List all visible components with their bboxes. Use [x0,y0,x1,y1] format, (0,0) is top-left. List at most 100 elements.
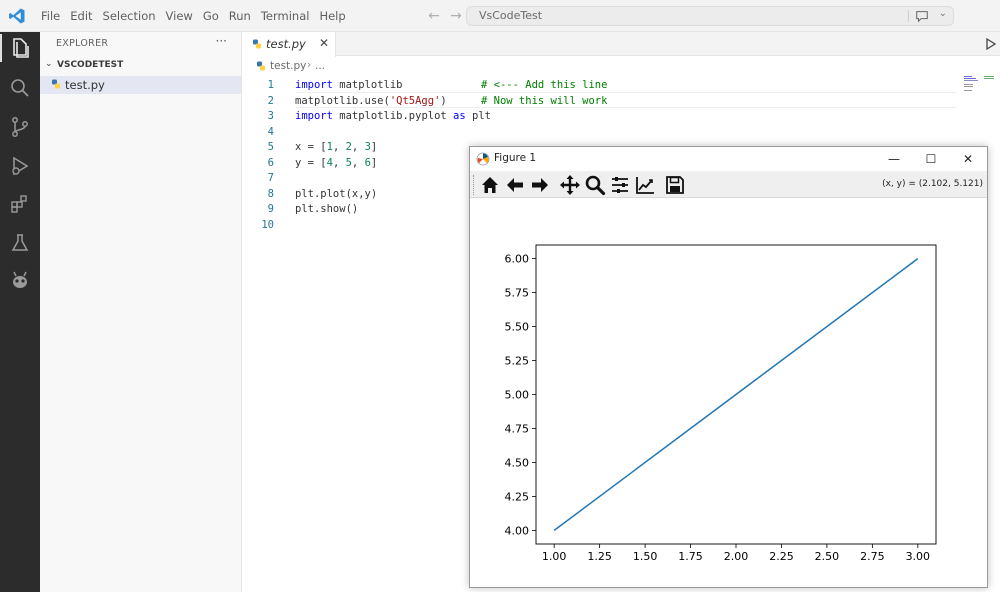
tab-label: test.py [266,37,306,51]
pan-icon[interactable] [559,174,581,196]
menu-run[interactable]: Run [224,0,256,32]
back-arrow-icon[interactable]: ← [426,8,442,24]
close-window-button[interactable]: ✕ [952,149,984,169]
figure-canvas[interactable]: 1.00 1.25 1.50 1.75 2.00 2.25 2.50 2.75 3.00 4.00… [470,198,987,587]
code-line[interactable]: 4 [242,125,962,140]
y-tick-label: 5.25 [505,355,530,368]
breadcrumb-separator: › [307,59,312,71]
tab-test-py[interactable]: test.py ✕ [242,32,336,57]
chevron-down-icon[interactable]: ⌄ [45,59,53,69]
y-tick-label: 5.75 [505,287,530,300]
more-actions-button[interactable]: ··· [216,34,227,48]
save-icon[interactable] [664,174,686,196]
command-center-text: VsCodeTest [479,9,543,22]
alien-extension-icon[interactable] [8,269,32,293]
code-line[interactable]: 3 import matplotlib.pyplot as plt [242,109,962,124]
forward-arrow-icon[interactable]: → [448,8,464,24]
menu-help[interactable]: Help [314,0,350,32]
toolbar-handle[interactable] [473,175,475,195]
y-tick-label: 4.00 [505,524,530,537]
code-text: import matplotlib.pyplot as plt [295,110,491,122]
x-tick-label: 2.25 [769,550,794,563]
menu-view[interactable]: View [161,0,198,32]
file-name: test.py [65,78,105,92]
breadcrumb-file[interactable]: test.py [270,60,306,72]
y-tick-label: 5.50 [505,321,530,334]
code-text: import matplotlib [295,79,403,91]
zoom-icon[interactable] [584,174,606,196]
menu-file[interactable]: File [36,0,65,32]
code-comment: # <--- Add this line [481,79,608,91]
line-number: 1 [267,79,274,91]
vscode-logo-icon[interactable] [8,7,26,25]
x-tick-label: 2.50 [815,550,840,563]
code-text: plt.show() [295,203,359,215]
y-tick-label: 5.00 [505,389,530,402]
python-file-icon [52,79,60,89]
breadcrumb: test.py › ... [242,57,1000,75]
line-number: 5 [267,141,274,153]
figure-window[interactable]: Figure 1 — ☐ ✕ (x, y) = (2.102, 5.121) 1… [469,146,988,588]
x-tick-label: 1.25 [587,550,612,563]
line-number: 8 [267,187,274,200]
navigation-toolbar: (x, y) = (2.102, 5.121) [470,171,987,198]
plot-area[interactable]: 1.00 1.25 1.50 1.75 2.00 2.25 2.50 2.75 3.00 4.00… [470,198,987,587]
home-icon[interactable] [479,174,501,196]
maximize-button[interactable]: ☐ [915,149,947,169]
coordinate-readout: (x, y) = (2.102, 5.121) [882,179,983,189]
edit-axis-icon[interactable] [634,174,656,196]
menu-selection[interactable]: Selection [98,0,161,32]
chat-icon[interactable] [915,9,929,23]
code-line[interactable]: 1 import matplotlib # <--- Add this line [242,78,962,93]
python-file-icon [257,61,265,71]
run-play-icon[interactable] [984,37,998,51]
chevron-down-icon[interactable]: ⌄ [939,8,947,19]
y-tick-label: 6.00 [505,253,530,266]
run-debug-icon[interactable] [8,154,32,178]
breadcrumb-symbols[interactable]: ... [315,60,325,72]
y-tick-label: 4.50 [505,456,530,469]
minimize-button[interactable]: — [878,149,910,169]
code-comment: # Now this will work [481,94,608,107]
code-text: matplotlib.use('Qt5Agg') [295,94,447,107]
x-tick-label: 2.00 [724,550,749,563]
extensions-icon[interactable] [8,192,32,216]
line-number: 9 [267,203,274,215]
x-tick-label: 2.75 [860,550,885,563]
forward-arrow-icon[interactable] [529,174,551,196]
menu-edit[interactable]: Edit [65,0,97,32]
explorer-title: EXPLORER [56,38,109,49]
x-tick-label: 3.00 [906,550,931,563]
line-number: 3 [267,110,274,122]
close-icon[interactable]: ✕ [319,36,329,50]
python-file-icon [253,39,261,49]
menu-terminal[interactable]: Terminal [256,0,315,32]
x-tick-label: 1.00 [542,550,567,563]
folder-row[interactable]: ⌄ VSCODETEST [40,58,241,74]
active-indicator [0,34,2,62]
back-arrow-icon[interactable] [504,174,526,196]
minimap[interactable] [964,76,1000,96]
testing-flask-icon[interactable] [8,231,32,255]
y-tick-label: 4.25 [505,490,530,503]
command-center-search[interactable]: VsCodeTest ⌄ [466,6,954,26]
menu-go[interactable]: Go [198,0,224,32]
explorer-files-icon[interactable] [8,36,32,60]
line-number: 4 [267,125,274,138]
code-text: x = [1, 2, 3] [295,141,378,153]
title-bar: File Edit Selection View Go Run Terminal… [0,0,1000,32]
x-tick-label: 1.50 [633,550,658,563]
explorer-sidebar: EXPLORER ··· ⌄ VSCODETEST test.py [40,32,242,592]
code-line[interactable]: 2 matplotlib.use('Qt5Agg') # Now this will… [242,94,962,109]
line-number: 2 [267,94,274,107]
figure-title-bar[interactable]: Figure 1 — ☐ ✕ [470,147,987,171]
search-icon[interactable] [8,76,32,100]
matplotlib-logo-icon [476,152,490,166]
menu-bar: File Edit Selection View Go Run Terminal… [36,0,351,32]
line-number: 6 [267,156,274,169]
file-tree-item[interactable]: test.py [40,76,241,94]
subplots-config-icon[interactable] [609,174,631,196]
x-tick-label: 1.75 [678,550,703,563]
source-control-icon[interactable] [8,115,32,139]
code-text: plt.plot(x,y) [295,187,378,200]
